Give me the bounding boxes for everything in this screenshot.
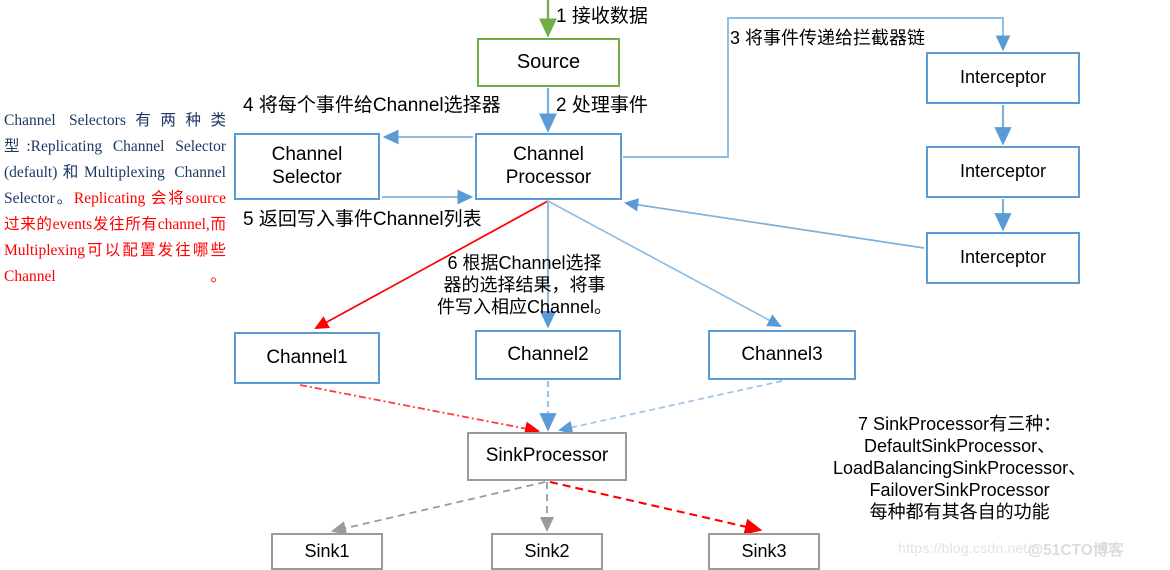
node-interceptor-1-label: Interceptor [959, 67, 1047, 88]
node-sink-processor[interactable]: SinkProcessor [467, 432, 627, 481]
label-step-4: 4 将每个事件给Channel选择器 [243, 95, 501, 116]
node-sink-3-label: Sink3 [741, 540, 787, 561]
label-step-7: 7 SinkProcessor有三种： DefaultSinkProcessor… [833, 414, 1087, 522]
edge-sinkprocessor-to-sink-1 [330, 481, 546, 535]
watermark-brand: @51CTO博客 [1028, 542, 1124, 559]
node-interceptor-2[interactable]: Interceptor [926, 146, 1080, 198]
node-channel-2[interactable]: Channel2 [475, 330, 621, 380]
edge-interceptor3-to-processor [623, 198, 925, 249]
node-channel-selector-label: Channel Selector [271, 144, 343, 188]
label-step-6: 6 根据Channel选择 器的选择结果，将事 件写入相应Channel。 [437, 253, 613, 317]
node-interceptor-2-label: Interceptor [959, 161, 1047, 182]
node-channel-2-label: Channel2 [507, 343, 589, 365]
node-source-label: Source [516, 50, 581, 73]
node-sink-processor-label: SinkProcessor [485, 445, 609, 467]
node-sink-1[interactable]: Sink1 [271, 533, 383, 570]
node-channel-3-label: Channel3 [741, 343, 823, 365]
node-channel-selector[interactable]: Channel Selector [234, 133, 380, 200]
label-step-3: 3 将事件传递给拦截器链 [730, 28, 926, 48]
node-interceptor-1[interactable]: Interceptor [926, 52, 1080, 104]
node-sink-1-label: Sink1 [304, 540, 350, 561]
channel-selectors-note: Channel Selectors有两种类型:Replicating Chann… [4, 108, 226, 290]
edge-channel1-to-sinkprocessor [299, 384, 541, 436]
node-sink-2-label: Sink2 [524, 540, 570, 561]
node-sink-2[interactable]: Sink2 [491, 533, 603, 570]
label-step-5: 5 返回写入事件Channel列表 [243, 209, 482, 230]
label-step-1: 1 接收数据 [556, 6, 648, 27]
node-channel-processor-label: Channel Processor [505, 144, 592, 188]
edge-sinkprocessor-to-sink-3 [549, 480, 763, 535]
label-step-2: 2 处理事件 [556, 95, 648, 116]
watermark-url: https://blog.csdn.net/r [898, 540, 1037, 556]
edge-channel3-to-sinkprocessor [558, 380, 783, 434]
node-channel-processor[interactable]: Channel Processor [475, 133, 622, 200]
node-interceptor-3[interactable]: Interceptor [926, 232, 1080, 284]
node-channel-3[interactable]: Channel3 [708, 330, 856, 380]
node-source[interactable]: Source [477, 38, 620, 87]
node-sink-3[interactable]: Sink3 [708, 533, 820, 570]
node-channel-1-label: Channel1 [266, 346, 348, 368]
node-channel-1[interactable]: Channel1 [234, 332, 380, 384]
node-interceptor-3-label: Interceptor [959, 247, 1047, 268]
